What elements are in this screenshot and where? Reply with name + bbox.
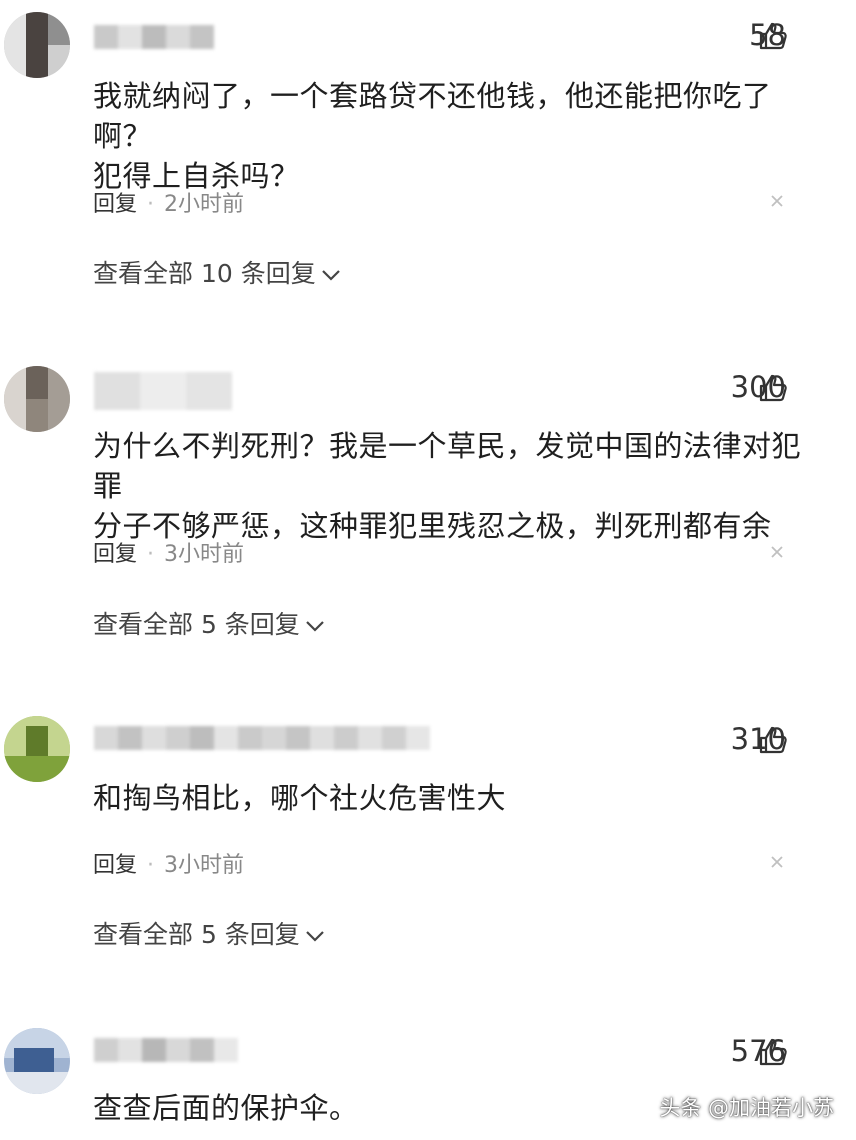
view-all-replies[interactable]: 查看全部 5 条回复 [93, 605, 326, 641]
view-all-replies[interactable]: 查看全部 10 条回复 [93, 254, 342, 290]
separator-dot: · [147, 853, 155, 878]
thumbs-up-icon[interactable] [758, 373, 788, 403]
timestamp: 3小时前 [164, 853, 245, 878]
reply-button[interactable]: 回复 [93, 192, 137, 217]
comment-text-line: 和掏鸟相比，哪个社火危害性大 [93, 781, 507, 815]
timestamp: 2小时前 [164, 192, 245, 217]
comment-meta: 回复 · 3小时前 [93, 847, 244, 879]
comment-text: 为什么不判死刑？我是一个草民，发觉中国的法律对犯罪 分子不够严惩，这种罪犯里残忍… [93, 426, 803, 546]
username-blurred[interactable] [94, 726, 430, 750]
view-all-replies-label: 查看全部 10 条回复 [93, 259, 316, 288]
comment-text: 和掏鸟相比，哪个社火危害性大 [93, 778, 803, 818]
close-icon[interactable] [770, 855, 784, 869]
separator-dot: · [147, 192, 155, 217]
view-all-replies[interactable]: 查看全部 5 条回复 [93, 915, 326, 951]
close-icon[interactable] [770, 194, 784, 208]
close-icon[interactable] [770, 545, 784, 559]
avatar[interactable] [4, 366, 70, 432]
reply-button[interactable]: 回复 [93, 853, 137, 878]
avatar[interactable] [4, 12, 70, 78]
comment-text: 我就纳闷了，一个套路贷不还他钱，他还能把你吃了啊？ 犯得上自杀吗？ [93, 76, 803, 196]
view-all-replies-label: 查看全部 5 条回复 [93, 610, 300, 639]
view-all-replies-label: 查看全部 5 条回复 [93, 920, 300, 949]
comment-meta: 回复 · 2小时前 [93, 186, 244, 218]
chevron-down-icon [306, 621, 324, 632]
separator-dot: · [147, 542, 155, 567]
thumbs-up-icon[interactable] [758, 21, 788, 51]
timestamp: 3小时前 [164, 542, 245, 567]
username-blurred[interactable] [94, 25, 214, 49]
thumbs-up-icon[interactable] [758, 1037, 788, 1067]
username-blurred[interactable] [94, 1038, 238, 1062]
comment-text-line: 为什么不判死刑？我是一个草民，发觉中国的法律对犯罪 [93, 429, 802, 503]
thumbs-up-icon[interactable] [758, 725, 788, 755]
watermark: 头条 @加油若小苏 [659, 1096, 834, 1120]
comment-text-line: 我就纳闷了，一个套路贷不还他钱，他还能把你吃了啊？ [93, 79, 772, 153]
chevron-down-icon [306, 931, 324, 942]
chevron-down-icon [321, 270, 340, 281]
avatar[interactable] [4, 716, 70, 782]
avatar[interactable] [4, 1028, 70, 1094]
username-blurred[interactable] [94, 372, 234, 410]
reply-button[interactable]: 回复 [93, 542, 137, 567]
comment-meta: 回复 · 3小时前 [93, 536, 244, 568]
